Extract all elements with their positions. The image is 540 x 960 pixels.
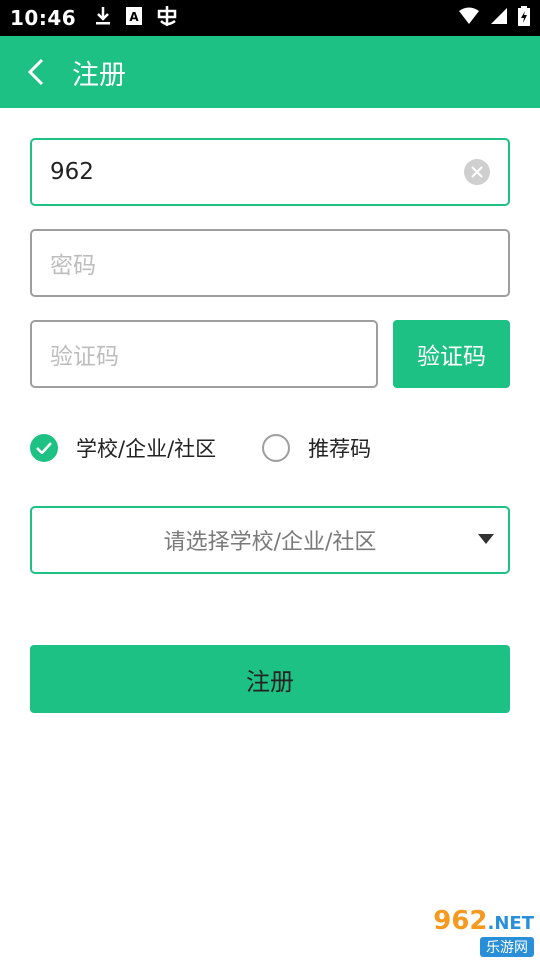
- check-icon: [36, 442, 52, 454]
- phone-field[interactable]: 962: [30, 138, 510, 206]
- captcha-button-label: 验证码: [417, 344, 486, 370]
- dropdown-arrow-icon: [478, 534, 494, 544]
- text-a-icon: A: [126, 7, 143, 29]
- watermark-suffix: .NET: [487, 913, 534, 934]
- password-field[interactable]: 密码: [30, 229, 510, 297]
- wifi-icon: [458, 7, 480, 29]
- radio-school[interactable]: [30, 434, 58, 462]
- page-title: 注册: [72, 59, 126, 91]
- account-type-options: 学校/企业/社区 推荐码: [30, 428, 371, 468]
- back-arrow-icon: [27, 58, 44, 86]
- status-bar: 10:46 A: [0, 0, 540, 36]
- status-time: 10:46: [10, 6, 77, 30]
- radio-school-label: 学校/企业/社区: [76, 437, 217, 461]
- watermark-logo: 962.NET 乐游网: [404, 906, 534, 957]
- watermark-number: 962: [433, 906, 488, 936]
- captcha-field[interactable]: 验证码: [30, 320, 378, 388]
- radio-referral-label: 推荐码: [308, 437, 372, 461]
- clear-button[interactable]: [464, 159, 490, 185]
- signal-icon: [490, 7, 508, 29]
- password-placeholder: 密码: [50, 253, 96, 279]
- register-button[interactable]: 注册: [30, 645, 510, 713]
- select-placeholder: 请选择学校/企业/社区: [163, 530, 377, 555]
- watermark-text: 乐游网: [480, 937, 534, 957]
- phone-value: 962: [50, 159, 94, 185]
- svg-text:A: A: [130, 10, 140, 24]
- back-button[interactable]: [0, 36, 72, 108]
- battery-icon: [518, 6, 530, 30]
- radio-referral[interactable]: [262, 434, 291, 462]
- app-bar: 注册: [0, 36, 540, 108]
- notification-icon: [156, 5, 178, 31]
- register-button-label: 注册: [246, 667, 294, 696]
- download-icon: [94, 6, 112, 30]
- get-captcha-button[interactable]: 验证码: [393, 320, 510, 388]
- captcha-placeholder: 验证码: [50, 344, 119, 370]
- close-icon: [471, 166, 483, 178]
- organization-select[interactable]: 请选择学校/企业/社区: [30, 506, 510, 574]
